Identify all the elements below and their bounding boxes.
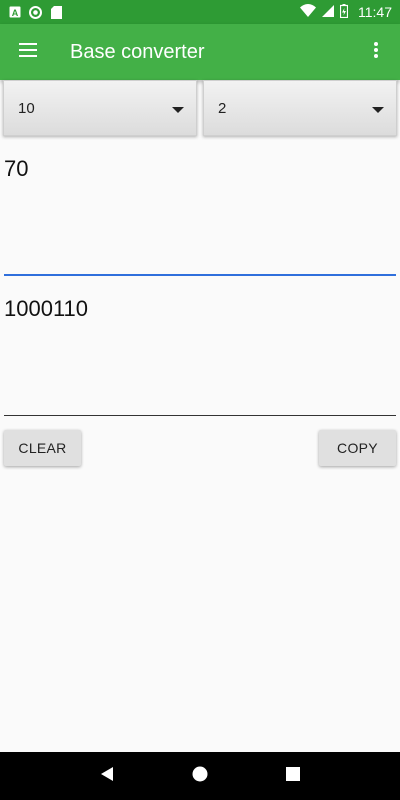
status-bar: A 11:47: [0, 0, 400, 24]
to-base-value: 2: [218, 99, 227, 117]
menu-button[interactable]: [0, 24, 56, 80]
clear-button[interactable]: CLEAR: [4, 430, 81, 466]
svg-text:A: A: [11, 8, 18, 18]
recents-square-icon: [286, 766, 301, 786]
back-button[interactable]: [83, 752, 131, 800]
copy-button[interactable]: COPY: [319, 430, 396, 466]
navigation-bar: [0, 752, 400, 800]
status-right-icons: 11:47: [300, 3, 392, 21]
input-value: 70: [4, 156, 29, 181]
output-number-field[interactable]: 1000110: [4, 278, 396, 416]
hamburger-icon: [19, 42, 37, 62]
to-base-spinner[interactable]: 2: [203, 80, 397, 136]
home-circle-icon: [192, 766, 208, 787]
a-letter-icon: A: [8, 6, 21, 19]
status-left-icons: A: [8, 5, 63, 19]
circle-icon: [29, 5, 42, 19]
dropdown-arrow-icon: [172, 107, 184, 113]
home-button[interactable]: [176, 752, 224, 800]
cell-signal-icon: [322, 4, 334, 20]
wifi-icon: [300, 4, 316, 20]
app-title: Base converter: [70, 40, 205, 63]
app-bar: Base converter: [0, 24, 400, 80]
sd-card-icon: [50, 5, 63, 19]
status-time: 11:47: [358, 4, 392, 20]
from-base-value: 10: [18, 99, 35, 117]
battery-icon: [339, 3, 349, 21]
dropdown-arrow-icon: [372, 107, 384, 113]
back-triangle-icon: [99, 766, 115, 787]
overflow-menu-button[interactable]: [352, 24, 400, 80]
output-value: 1000110: [4, 296, 89, 321]
recents-button[interactable]: [269, 752, 317, 800]
from-base-spinner[interactable]: 10: [3, 80, 197, 136]
input-number-field[interactable]: 70: [4, 138, 396, 276]
more-vert-icon: [374, 41, 378, 63]
